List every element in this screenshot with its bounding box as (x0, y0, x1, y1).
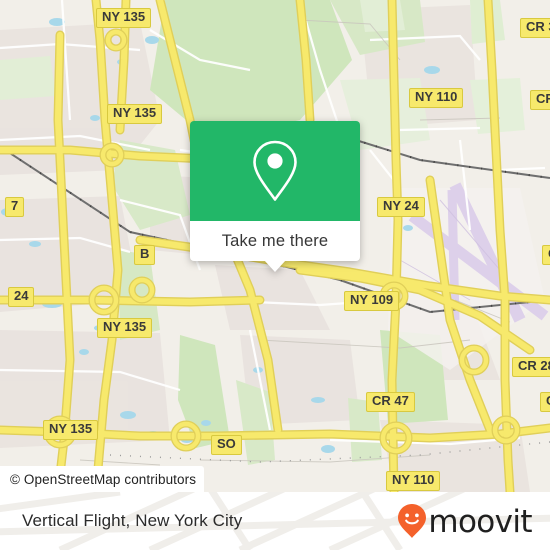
moovit-wordmark: moovit (428, 503, 532, 540)
highway-shield-label: CR 47 (372, 393, 409, 408)
highway-shield-label: CR 28 (518, 358, 550, 373)
osm-attribution-text: © OpenStreetMap contributors (10, 471, 197, 487)
osm-attribution[interactable]: © OpenStreetMap contributors (0, 466, 205, 492)
highway-shield-label: SO (217, 436, 236, 451)
moovit-logo[interactable]: moovit (397, 503, 533, 540)
highway-shield-label: CR 3 (526, 19, 550, 34)
highway-shield-label: CR (546, 393, 550, 408)
moovit-map-screenshot: NY 135 CR 3 NY 135 NY 110 CR 3 7 NY 24 B C 24 NY 1… (0, 0, 550, 550)
highway-shield: NY 110 (409, 88, 464, 108)
footer-bar: Vertical Flight, New York City moovit (0, 492, 550, 550)
highway-shield-label: NY 135 (113, 105, 157, 120)
highway-shield: CR 47 (366, 392, 415, 412)
highway-shield: NY 109 (344, 291, 400, 311)
moovit-pin-icon (398, 504, 427, 538)
callout-pointer (264, 260, 286, 272)
highway-shield-label: CR 3 (536, 91, 550, 106)
highway-shield: NY 24 (377, 197, 425, 217)
highway-shield-label: 24 (14, 288, 29, 303)
highway-shield: B (134, 245, 156, 265)
highway-shield: SO (211, 435, 242, 455)
highway-shield: NY 135 (97, 318, 153, 338)
highway-shield-label: NY 24 (383, 198, 419, 213)
highway-shield-label: NY 135 (49, 421, 93, 436)
take-me-there-callout[interactable]: Take me there (190, 121, 360, 272)
highway-shield-label: NY 135 (102, 9, 146, 24)
callout-pin-panel (190, 121, 360, 221)
highway-shield: NY 110 (386, 471, 441, 491)
highway-shield: CR 3 (530, 90, 550, 110)
highway-shield-label: NY 135 (103, 319, 147, 334)
highway-shield-label: NY 110 (415, 89, 458, 104)
highway-shield: CR 28 (512, 357, 550, 377)
take-me-there-button[interactable]: Take me there (190, 221, 360, 272)
highway-shield: NY 135 (43, 420, 99, 440)
highway-shield: 7 (5, 197, 25, 217)
highway-shield: C (542, 245, 550, 265)
location-pin-icon (253, 140, 297, 201)
highway-shield: CR (540, 392, 550, 412)
highway-shield: CR 3 (520, 18, 550, 38)
highway-shield-label: B (140, 246, 150, 261)
place-title: Vertical Flight, New York City (22, 511, 243, 530)
highway-shield: NY 135 (107, 104, 163, 124)
highway-shield-label: NY 110 (392, 472, 435, 487)
highway-shield: NY 135 (96, 8, 152, 28)
highway-shield: 24 (8, 287, 35, 307)
highway-shield-label: 7 (11, 198, 19, 213)
take-me-there-label: Take me there (221, 231, 329, 250)
highway-shield-label: NY 109 (350, 292, 394, 307)
